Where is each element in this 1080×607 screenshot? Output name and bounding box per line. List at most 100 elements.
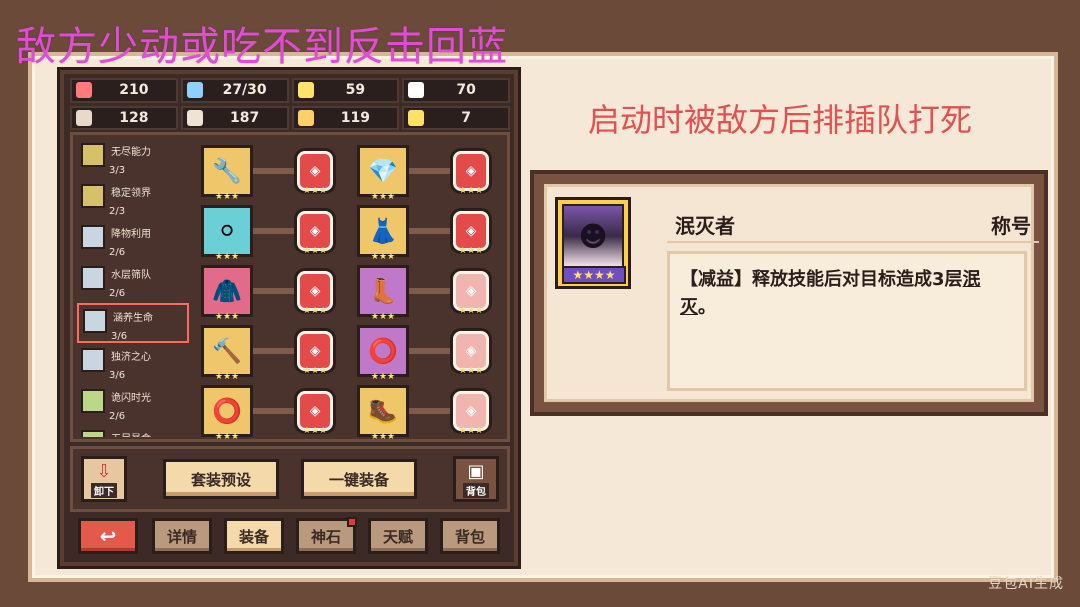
equipment-slot[interactable]: 🔨 ★★★ bbox=[201, 325, 253, 382]
skill-name: 水层筛队 bbox=[111, 270, 151, 281]
tab-talent[interactable]: 天赋 bbox=[368, 518, 428, 554]
bag-button[interactable]: ▣ 背包 bbox=[453, 456, 499, 502]
gem-stars: ★★★ bbox=[458, 186, 484, 196]
bag-label: 背包 bbox=[463, 482, 489, 498]
rock-icon bbox=[408, 82, 425, 99]
stat-value: 119 bbox=[340, 109, 370, 126]
card-inner: ☻ ★★★★ 泯灭者 称号 【减益】释放技能后对目标造成3层泯灭。 bbox=[544, 184, 1039, 402]
tab-divine-stone-label: 神石 bbox=[310, 527, 341, 546]
shield-icon bbox=[297, 82, 314, 99]
skill-item[interactable]: 涵养生命 3/6 bbox=[77, 303, 189, 343]
slot-link bbox=[409, 408, 457, 414]
title-name: 泯灭者 bbox=[675, 213, 735, 238]
gem-stars: ★★★ bbox=[302, 366, 328, 376]
equipment-slot[interactable]: ⭕ ★★★ bbox=[357, 325, 409, 382]
stat-value: 210 bbox=[119, 82, 149, 99]
tome-icon bbox=[297, 109, 314, 126]
description-prefix: 【减益】释放技能后对目标造成3层 bbox=[680, 269, 963, 290]
stats-grid: 210 27/30 59 70 128 187 119 7 bbox=[70, 78, 510, 130]
slot-stars: ★★★ bbox=[214, 252, 240, 262]
gem-stars: ★★★ bbox=[458, 366, 484, 376]
slot-stars: ★★★ bbox=[370, 252, 396, 262]
skill-item[interactable]: 诡闪时光 2/6 bbox=[77, 385, 189, 425]
skill-item[interactable]: 稳定领界 2/3 bbox=[77, 180, 189, 220]
stat-6: 119 bbox=[291, 105, 400, 130]
right-caption: 启动时被敌方后排插队打死 bbox=[587, 101, 972, 139]
slot-stars: ★★★ bbox=[370, 312, 396, 322]
gem-icon: ◈ bbox=[465, 403, 477, 419]
description-box: 【减益】释放技能后对目标造成3层泯灭。 bbox=[667, 251, 1027, 391]
skill-count: 3/3 bbox=[109, 165, 126, 176]
slot-stars: ★★★ bbox=[214, 432, 240, 442]
equipment-slot[interactable]: 🥾 ★★★ bbox=[357, 385, 409, 442]
slot-stars: ★★★ bbox=[370, 432, 396, 442]
skill-name: 涵养生命 bbox=[113, 313, 153, 324]
slot-stars: ★★★ bbox=[370, 372, 396, 382]
slot-link bbox=[409, 228, 457, 234]
back-button[interactable]: ↩ bbox=[78, 518, 138, 554]
equipment-slot[interactable]: 🔧 ★★★ bbox=[201, 145, 253, 202]
tab-bag[interactable]: 背包 bbox=[440, 518, 500, 554]
preset-button[interactable]: 套装预设 bbox=[163, 459, 279, 499]
tab-divine-stone[interactable]: 神石 bbox=[296, 517, 357, 554]
gem-icon: ◈ bbox=[309, 223, 321, 239]
equipment-slot[interactable]: ⚪ ★★★ bbox=[201, 205, 253, 262]
slot-stars: ★★★ bbox=[370, 192, 396, 202]
skill-list[interactable]: 无尽能力 3/3 稳定领界 2/3 降物利用 2/6 水层筛队 2/6 涵养生命 3/6 独济之心 3… bbox=[77, 139, 189, 437]
gem-slot[interactable]: ◈ ★★★ bbox=[297, 271, 333, 316]
gem-slot[interactable]: ◈ ★★★ bbox=[297, 151, 333, 196]
gem-slot[interactable]: ◈ ★★★ bbox=[297, 211, 333, 256]
skill-item[interactable]: 降物利用 2/6 bbox=[77, 221, 189, 261]
tab-details[interactable]: 详情 bbox=[152, 518, 212, 554]
stat-2: 59 bbox=[291, 78, 400, 103]
gem-slot[interactable]: ◈ ★★★ bbox=[453, 331, 489, 376]
title-tag: 称号 bbox=[991, 213, 1031, 238]
unequip-label: 卸下 bbox=[91, 482, 117, 498]
stat-value: 128 bbox=[119, 109, 149, 126]
title-info-card: ☻ ★★★★ 泯灭者 称号 【减益】释放技能后对目标造成3层泯灭。 bbox=[530, 170, 1048, 416]
bag-icon: ▣ bbox=[467, 460, 485, 482]
skill-badge-icon bbox=[81, 184, 105, 208]
equipment-slot[interactable]: 👢 ★★★ bbox=[357, 265, 409, 322]
orb-icon: ⚪ bbox=[216, 217, 238, 245]
watermark: 豆包AI生成 bbox=[988, 576, 1064, 592]
gem-slot[interactable]: ◈ ★★★ bbox=[453, 391, 489, 436]
description-suffix: 。 bbox=[698, 297, 716, 318]
skill-item[interactable]: 无尽能力 3/3 bbox=[77, 139, 189, 179]
skill-badge-icon bbox=[81, 430, 105, 437]
water-drop-icon bbox=[186, 82, 203, 99]
unequip-button[interactable]: ⇩ 卸下 bbox=[81, 456, 127, 502]
equipment-slot[interactable]: 🧥 ★★★ bbox=[201, 265, 253, 322]
gem-slot[interactable]: ◈ ★★★ bbox=[453, 271, 489, 316]
crystal-icon: 💎 bbox=[368, 157, 398, 185]
book-icon bbox=[186, 109, 203, 126]
slot-link bbox=[253, 288, 301, 294]
name-bar: 泯灭者 称号 bbox=[667, 207, 1039, 243]
skill-item[interactable]: 水层筛队 2/6 bbox=[77, 262, 189, 302]
skill-item[interactable]: 无尽暴食 bbox=[77, 426, 189, 437]
tab-equipment[interactable]: 装备 bbox=[224, 518, 284, 554]
gem-slot[interactable]: ◈ ★★★ bbox=[297, 331, 333, 376]
notification-dot bbox=[347, 517, 357, 527]
heart-icon bbox=[76, 82, 92, 99]
gem-slot[interactable]: ◈ ★★★ bbox=[453, 151, 489, 196]
skill-badge-icon bbox=[83, 309, 107, 333]
equipment-slot[interactable]: 👗 ★★★ bbox=[357, 205, 409, 262]
skill-item[interactable]: 独济之心 3/6 bbox=[77, 344, 189, 384]
equipment-slot[interactable]: ⭕ ★★★ bbox=[201, 385, 253, 442]
stat-4: 128 bbox=[70, 105, 178, 130]
skill-count: 2/3 bbox=[109, 206, 126, 217]
gem-icon: ◈ bbox=[309, 163, 321, 179]
one-key-equip-button[interactable]: 一键装备 bbox=[301, 459, 417, 499]
bracelet-icon: ⭕ bbox=[212, 397, 242, 425]
gem-icon: ◈ bbox=[465, 283, 477, 299]
gem-stars: ★★★ bbox=[302, 186, 328, 196]
equipment-slot[interactable]: 💎 ★★★ bbox=[357, 145, 409, 202]
gem-slot[interactable]: ◈ ★★★ bbox=[453, 211, 489, 256]
overlay-caption: 敌方少动或吃不到反击回蓝 bbox=[16, 24, 508, 70]
slot-link bbox=[253, 408, 301, 414]
gem-icon: ◈ bbox=[309, 343, 321, 359]
gem-slot[interactable]: ◈ ★★★ bbox=[297, 391, 333, 436]
skill-count: 3/6 bbox=[111, 331, 128, 342]
gem-stars: ★★★ bbox=[458, 246, 484, 256]
